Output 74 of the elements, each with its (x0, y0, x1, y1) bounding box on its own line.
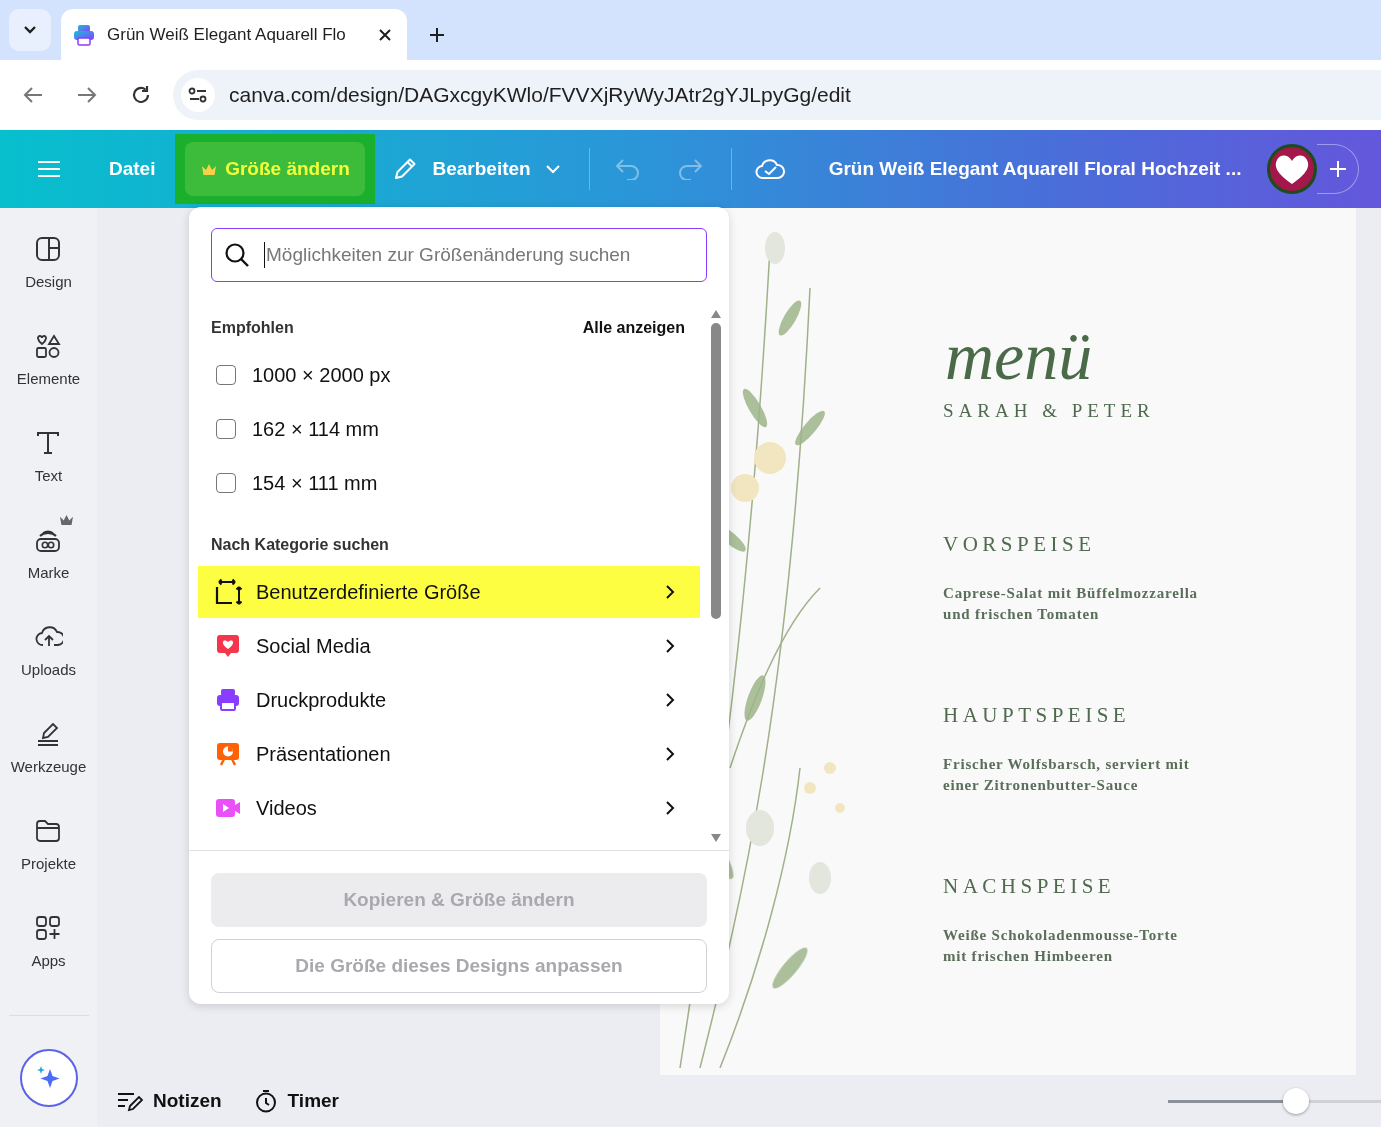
scroll-up-icon[interactable] (710, 309, 722, 319)
reload-icon[interactable] (131, 85, 151, 105)
brand-kit-icon (34, 527, 63, 553)
course-heading: HAUPTSPEISE (943, 703, 1132, 728)
scroll-down-icon[interactable] (710, 833, 722, 843)
video-camera-icon (214, 797, 242, 819)
printer-icon (214, 688, 242, 712)
forward-icon[interactable] (77, 86, 97, 104)
couple-names: SARAH & PETER (943, 400, 1155, 422)
presentation-icon (214, 742, 242, 766)
printer-icon (73, 23, 95, 46)
course-description: Weiße Schokoladenmousse-Torte mit frischen Himbeeren (943, 926, 1178, 966)
shapes-icon (34, 333, 63, 359)
section-title: Nach Kategorie suchen (211, 536, 389, 554)
category-item[interactable]: Präsentationen (198, 728, 700, 780)
menu-icon[interactable] (37, 160, 61, 178)
category-item[interactable]: Benutzerdefinierte Größe (198, 566, 700, 618)
menu-title: menü (945, 320, 1093, 392)
panel-layout-icon (34, 236, 63, 262)
checkbox[interactable] (216, 365, 236, 385)
category-item[interactable]: Videos (198, 782, 700, 834)
avatar[interactable] (1267, 144, 1318, 194)
sidebar-item[interactable]: Uploads (3, 623, 94, 720)
chevron-right-icon (665, 584, 675, 600)
resize-icon (214, 578, 242, 606)
folder-icon (34, 818, 63, 844)
course-description: Caprese-Salat mit Büffelmozzarella und frischen Tomaten (943, 584, 1198, 624)
notes-pen-icon (117, 1090, 143, 1112)
checkbox[interactable] (216, 419, 236, 439)
timer-button[interactable]: Timer (253, 1089, 339, 1113)
new-tab-icon[interactable] (429, 27, 445, 43)
notes-button[interactable]: Notizen (117, 1090, 222, 1112)
sidebar-item[interactable]: Apps (3, 914, 94, 1011)
size-option[interactable]: 154 × 111 mm (252, 471, 378, 495)
course-description: Frischer Wolfsbarsch, serviert mit einer Zitronenbutter-Sauce (943, 755, 1190, 795)
chevron-down-icon (23, 25, 37, 35)
browser-tab[interactable]: Grün Weiß Elegant Aquarell Flo (61, 9, 407, 60)
cloud-check-icon[interactable] (754, 157, 785, 181)
course-heading: VORSPEISE (943, 532, 1097, 557)
stopwatch-icon (253, 1089, 278, 1113)
chevron-right-icon (665, 800, 675, 816)
course-heading: NACHSPEISE (943, 874, 1117, 899)
plus-icon (1328, 160, 1347, 178)
back-icon[interactable] (23, 86, 43, 104)
section-title: Empfohlen (211, 319, 294, 337)
chevron-right-icon (665, 746, 675, 762)
url-text: canva.com/design/DAGxcgyKWlo/FVVXjRyWyJAtr2gYJLpyGg/edit (229, 83, 851, 107)
category-item[interactable]: Social Media (198, 620, 700, 672)
sidebar-item[interactable]: Werkzeuge (3, 720, 94, 817)
scrollbar-thumb[interactable] (711, 323, 721, 619)
chevron-right-icon (665, 692, 675, 708)
chevron-right-icon (665, 638, 675, 654)
see-all-link[interactable]: Alle anzeigen (582, 319, 685, 337)
sidebar-item[interactable]: Design (3, 235, 94, 332)
apps-grid-icon (34, 915, 63, 941)
size-option[interactable]: 162 × 114 mm (252, 417, 379, 441)
sidebar-item[interactable]: Elemente (3, 332, 94, 429)
size-option[interactable]: 1000 × 2000 px (252, 363, 391, 387)
search-field[interactable]: Möglichkeiten zur Größenänderung suchen (211, 228, 707, 282)
sidebar-item[interactable]: Text (3, 429, 94, 526)
close-icon[interactable] (379, 28, 391, 41)
address-bar[interactable]: canva.com/design/DAGxcgyKWlo/FVVXjRyWyJAtr2gYJLpyGg/edit (173, 70, 1381, 120)
sidebar-item[interactable]: Projekte (3, 817, 94, 914)
site-settings-icon[interactable] (181, 78, 215, 112)
sidebar-item[interactable]: Marke (3, 526, 94, 623)
design-title[interactable]: Grün Weiß Elegant Aquarell Floral Hochzeit ... (828, 158, 1242, 180)
search-icon (224, 242, 250, 268)
category-item[interactable]: Druckprodukte (198, 674, 700, 726)
heart-bubble-icon (214, 634, 242, 658)
tab-title: Grün Weiß Elegant Aquarell Flo (107, 24, 347, 45)
magic-button[interactable] (19, 1049, 78, 1107)
chevron-down-icon (544, 164, 561, 174)
zoom-slider[interactable] (1168, 1087, 1381, 1115)
checkbox[interactable] (216, 473, 236, 493)
